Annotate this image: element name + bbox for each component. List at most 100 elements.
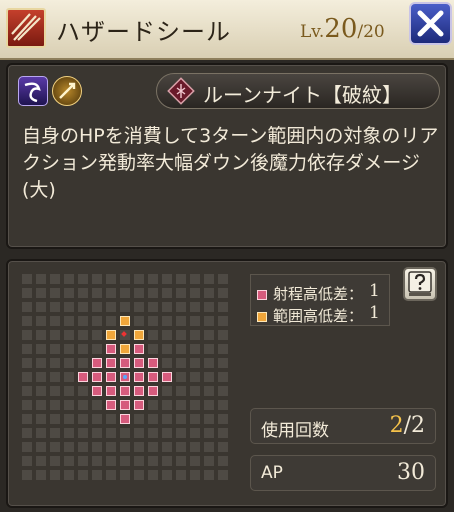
grid-cell bbox=[204, 400, 214, 410]
grid-cell-range bbox=[162, 372, 172, 382]
grid-cell bbox=[50, 372, 60, 382]
grid-cell bbox=[64, 386, 74, 396]
grid-cell bbox=[64, 274, 74, 284]
ap-label: AP bbox=[261, 463, 283, 483]
grid-cell bbox=[190, 358, 200, 368]
grid-cell-target bbox=[120, 330, 130, 340]
grid-cell-range bbox=[134, 386, 144, 396]
grid-cell bbox=[162, 428, 172, 438]
grid-cell bbox=[50, 386, 60, 396]
close-button[interactable] bbox=[409, 2, 452, 45]
grid-cell bbox=[22, 400, 32, 410]
grid-cell bbox=[190, 316, 200, 326]
legend-area-height: 範囲高低差： bbox=[257, 305, 363, 326]
grid-cell bbox=[204, 428, 214, 438]
uses-separator: / bbox=[403, 413, 411, 438]
grid-cell bbox=[22, 316, 32, 326]
grid-cell-range bbox=[148, 358, 158, 368]
level-current: 20 bbox=[324, 14, 358, 44]
grid-cell bbox=[50, 428, 60, 438]
grid-cell bbox=[22, 274, 32, 284]
help-button[interactable] bbox=[403, 267, 437, 301]
grid-cell bbox=[22, 302, 32, 312]
grid-cell bbox=[218, 344, 228, 354]
grid-cell bbox=[120, 456, 130, 466]
grid-cell-area bbox=[106, 330, 116, 340]
grid-cell bbox=[92, 400, 102, 410]
uses-count-box: 使用回数 2/2 bbox=[250, 408, 436, 444]
grid-cell bbox=[22, 414, 32, 424]
grid-cell bbox=[36, 470, 46, 480]
grid-cell bbox=[148, 344, 158, 354]
grid-cell bbox=[204, 470, 214, 480]
grid-cell bbox=[162, 274, 172, 284]
grid-cell bbox=[106, 442, 116, 452]
grid-cell-range bbox=[120, 386, 130, 396]
grid-cell bbox=[176, 330, 186, 340]
grid-cell bbox=[176, 372, 186, 382]
grid-cell bbox=[190, 344, 200, 354]
grid-cell bbox=[92, 288, 102, 298]
grid-cell bbox=[92, 442, 102, 452]
grid-cell bbox=[78, 274, 88, 284]
grid-cell bbox=[190, 288, 200, 298]
grid-cell-range bbox=[106, 358, 116, 368]
grid-cell bbox=[22, 456, 32, 466]
grid-cell bbox=[218, 316, 228, 326]
grid-cell bbox=[134, 442, 144, 452]
grid-cell bbox=[162, 400, 172, 410]
grid-cell bbox=[204, 302, 214, 312]
grid-cell bbox=[134, 274, 144, 284]
grid-cell bbox=[190, 414, 200, 424]
grid-cell bbox=[120, 470, 130, 480]
grid-cell bbox=[78, 344, 88, 354]
legend-range-value: 1 bbox=[369, 281, 380, 301]
grid-cell bbox=[36, 386, 46, 396]
grid-cell bbox=[148, 274, 158, 284]
grid-cell-range bbox=[134, 372, 144, 382]
grid-cell bbox=[148, 400, 158, 410]
grid-cell bbox=[22, 428, 32, 438]
grid-cell bbox=[120, 288, 130, 298]
legend-range-height: 射程高低差： bbox=[257, 283, 363, 304]
grid-cell bbox=[218, 456, 228, 466]
grid-cell bbox=[148, 470, 158, 480]
grid-cell bbox=[190, 470, 200, 480]
grid-cell bbox=[50, 470, 60, 480]
grid-cell bbox=[148, 302, 158, 312]
grid-cell bbox=[64, 288, 74, 298]
grid-cell bbox=[176, 316, 186, 326]
grid-cell bbox=[162, 330, 172, 340]
grid-cell bbox=[218, 470, 228, 480]
grid-cell bbox=[176, 358, 186, 368]
grid-cell bbox=[92, 316, 102, 326]
grid-cell bbox=[218, 442, 228, 452]
grid-cell bbox=[204, 358, 214, 368]
grid-cell bbox=[134, 428, 144, 438]
grid-cell bbox=[36, 358, 46, 368]
grid-cell bbox=[50, 330, 60, 340]
grid-cell bbox=[204, 386, 214, 396]
grid-cell bbox=[190, 274, 200, 284]
grid-cell bbox=[218, 400, 228, 410]
grid-cell bbox=[78, 442, 88, 452]
grid-cell bbox=[50, 274, 60, 284]
grid-cell bbox=[92, 428, 102, 438]
grid-cell bbox=[50, 442, 60, 452]
question-book-icon bbox=[408, 271, 432, 296]
grid-cell bbox=[162, 316, 172, 326]
grid-cell bbox=[204, 330, 214, 340]
job-label: ルーンナイト【破紋】 bbox=[203, 83, 402, 107]
skill-slash-icon bbox=[6, 8, 46, 48]
grid-cell bbox=[64, 442, 74, 452]
grid-cell bbox=[106, 288, 116, 298]
grid-cell bbox=[176, 288, 186, 298]
grid-cell bbox=[64, 330, 74, 340]
grid-cell bbox=[176, 386, 186, 396]
skill-info-panel: ルーンナイト【破紋】 自身のHPを消費して3ターン範囲内の対象のリアクション発動… bbox=[6, 63, 448, 249]
grid-cell bbox=[78, 456, 88, 466]
grid-cell bbox=[134, 414, 144, 424]
grid-cell bbox=[64, 400, 74, 410]
grid-cell-range bbox=[134, 358, 144, 368]
grid-cell bbox=[204, 274, 214, 284]
